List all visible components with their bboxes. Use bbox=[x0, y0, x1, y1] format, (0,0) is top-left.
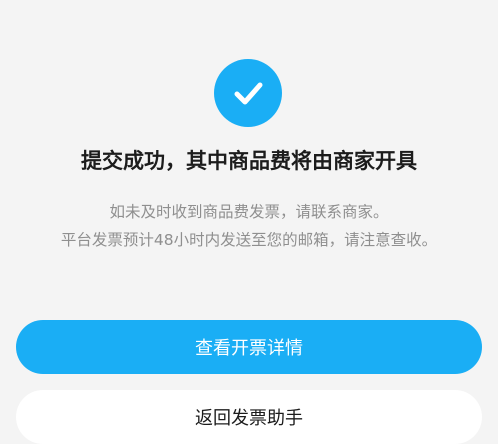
page-title: 提交成功，其中商品费将由商家开具 bbox=[81, 149, 417, 173]
view-invoice-details-button[interactable]: 查看开票详情 bbox=[16, 320, 482, 374]
description-line-1: 如未及时收到商品费发票，请联系商家。 bbox=[109, 203, 389, 221]
back-to-invoice-assistant-button[interactable]: 返回发票助手 bbox=[16, 390, 482, 444]
checkmark-icon bbox=[234, 82, 263, 105]
success-check-icon bbox=[214, 59, 282, 127]
description-line-2: 平台发票预计48小时内发送至您的邮箱，请注意查收。 bbox=[60, 231, 438, 249]
